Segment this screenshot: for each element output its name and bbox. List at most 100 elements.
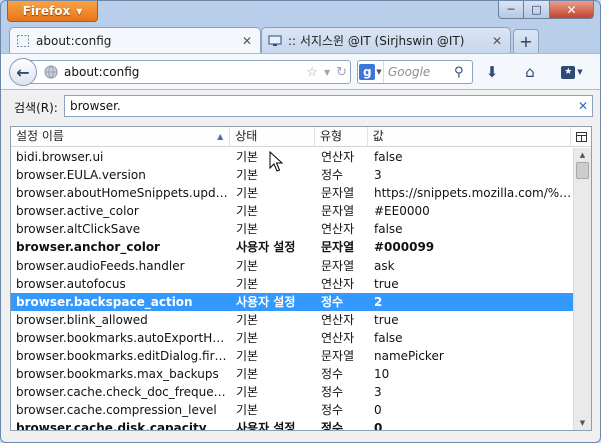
download-icon[interactable]: ⬇ [481, 62, 503, 82]
pref-value-cell: 3 [374, 168, 382, 183]
pref-value-cell: false [374, 222, 403, 237]
pref-status-cell: 기본 [236, 330, 259, 345]
url-text[interactable]: about:config [64, 65, 303, 79]
pref-name-cell: browser.bookmarks.editDialog.firstEdit..… [16, 349, 231, 364]
monitor-icon [268, 35, 282, 46]
close-window-button[interactable]: ✕ [550, 1, 594, 19]
pref-type-cell: 문자열 [321, 349, 355, 364]
search-input[interactable]: Google [384, 65, 454, 79]
pref-name-cell: browser.EULA.version [16, 168, 146, 183]
vertical-scrollbar[interactable]: ▲ ▼ [573, 148, 591, 430]
table-row[interactable]: browser.cache.check_doc_frequency 기본 정수 3 [11, 383, 573, 401]
table-row[interactable]: browser.aboutHomeSnippets.updateUrl 기본 문자열… [11, 184, 573, 202]
column-picker-glyph [575, 131, 587, 142]
scroll-down-icon[interactable]: ▼ [574, 416, 591, 430]
table-row[interactable]: browser.autofocus 기본 연산자 true [11, 275, 573, 293]
pref-type-cell: 문자열 [321, 186, 355, 201]
tab-label: about:config [36, 33, 112, 48]
search-engine-selector[interactable]: g ▼ [358, 61, 384, 83]
table-row[interactable]: browser.bookmarks.max_backups 기본 정수 10 [11, 365, 573, 383]
pref-value-cell: https://snippets.mozilla.com/%ST... [374, 186, 573, 201]
close-tab-icon[interactable]: ✕ [490, 34, 504, 48]
table-row[interactable]: browser.audioFeeds.handler 기본 문자열 ask [11, 257, 573, 275]
table-row[interactable]: browser.blink_allowed 기본 연산자 true [11, 311, 573, 329]
scroll-up-icon[interactable]: ▲ [574, 148, 591, 162]
google-engine-icon: g [359, 64, 376, 80]
table-row[interactable]: browser.bookmarks.editDialog.firstEdit..… [11, 347, 573, 365]
pref-type-cell: 문자열 [321, 204, 355, 219]
pref-type-cell: 정수 [321, 367, 344, 382]
blank-page-icon [17, 34, 29, 47]
pref-value-cell: 0 [374, 403, 382, 418]
minimize-button[interactable]: ─ [498, 1, 524, 19]
table-row[interactable]: browser.anchor_color 사용자 설정 문자열 #000099 [11, 238, 573, 256]
pref-type-cell: 연산자 [321, 276, 355, 291]
column-header-value[interactable]: 값 [368, 127, 572, 147]
pref-value-cell: true [374, 276, 399, 291]
pref-status-cell: 사용자 설정 [236, 421, 296, 431]
pref-value-cell: #EE0000 [374, 204, 430, 219]
reload-icon[interactable]: ↻ [333, 65, 350, 80]
pref-type-cell: 정수 [321, 168, 344, 183]
url-bar[interactable]: about:config ☆ ▼ ↻ [29, 60, 351, 84]
browser-window: Firefox ▼ ─ □ ✕ about:config ✕ :: 서지스윈 @… [0, 0, 601, 443]
table-row[interactable]: browser.cache.compression_level 기본 정수 0 [11, 401, 573, 419]
table-row[interactable]: browser.EULA.version 기본 정수 3 [11, 166, 573, 184]
column-header-type[interactable]: 유형 [315, 127, 368, 147]
pref-type-cell: 정수 [321, 385, 344, 400]
home-icon[interactable]: ⌂ [519, 62, 541, 82]
close-tab-icon[interactable]: ✕ [240, 34, 254, 48]
bookmarks-menu-icon[interactable]: ★ ▼ [557, 62, 587, 82]
scrollbar-thumb[interactable] [576, 162, 589, 179]
star-icon[interactable]: ☆ [303, 65, 321, 80]
pref-status-cell: 기본 [236, 276, 259, 291]
tree-header: 설정 이름 ▲ 상태 유형 값 [11, 127, 591, 147]
column-header-status[interactable]: 상태 [230, 127, 315, 147]
table-row[interactable]: browser.backspace_action 사용자 설정 정수 2 [11, 292, 573, 311]
firefox-menu-button[interactable]: Firefox ▼ [7, 1, 98, 22]
pref-type-cell: 정수 [321, 403, 344, 418]
maximize-button[interactable]: □ [524, 1, 550, 19]
filter-input[interactable]: browser. ✕ [64, 95, 593, 117]
window-controls: ─ □ ✕ [498, 1, 594, 19]
table-row[interactable]: browser.bookmarks.autoExportHTML 기본 연산자 fal… [11, 329, 573, 347]
table-row[interactable]: bidi.browser.ui 기본 연산자 false [11, 148, 573, 166]
pref-value-cell: 10 [374, 367, 390, 382]
pref-status-cell: 기본 [236, 403, 259, 418]
preferences-tree: 설정 이름 ▲ 상태 유형 값 bidi.browser.ui 기본 연산자 fals… [10, 126, 592, 431]
back-button[interactable]: ← [9, 58, 37, 86]
column-picker-icon[interactable] [571, 127, 591, 146]
pref-name-cell: browser.anchor_color [16, 240, 160, 255]
filter-value[interactable]: browser. [70, 99, 574, 113]
pref-name-cell: browser.backspace_action [16, 294, 193, 309]
table-row[interactable]: browser.altClickSave 기본 연산자 false [11, 220, 573, 238]
tab-about-config[interactable]: about:config ✕ [9, 27, 261, 53]
search-bar[interactable]: g ▼ Google ⚲ [357, 60, 473, 84]
pref-name-cell: browser.autofocus [16, 276, 126, 291]
sort-ascending-icon: ▲ [217, 132, 224, 141]
table-row[interactable]: browser.cache.disk.capacity 사용자 설정 정수 0 [11, 419, 573, 431]
tab-sirjhswin[interactable]: :: 서지스윈 @IT (Sirjhswin @IT) ✕ [261, 27, 511, 53]
pref-type-cell: 연산자 [321, 312, 355, 327]
filter-row: 검색(R): browser. ✕ [1, 90, 600, 124]
pref-type-cell: 연산자 [321, 222, 355, 237]
pref-type-cell: 문자열 [321, 258, 355, 273]
pref-name-cell: browser.aboutHomeSnippets.updateUrl [16, 186, 231, 201]
magnifier-icon[interactable]: ⚲ [454, 65, 472, 80]
pref-value-cell: namePicker [374, 349, 444, 364]
pref-name-cell: browser.cache.check_doc_frequency [16, 385, 231, 400]
globe-icon [44, 65, 58, 79]
pref-status-cell: 기본 [236, 204, 259, 219]
pref-type-cell: 정수 [321, 421, 344, 431]
tab-strip: about:config ✕ :: 서지스윈 @IT (Sirjhswin @I… [1, 25, 600, 53]
dropdown-icon[interactable]: ▼ [321, 68, 333, 77]
pref-name-cell: browser.active_color [16, 204, 139, 219]
table-row[interactable]: browser.active_color 기본 문자열 #EE0000 [11, 202, 573, 220]
pref-value-cell: false [374, 330, 403, 345]
pref-name-cell: browser.cache.compression_level [16, 403, 217, 418]
chevron-down-icon: ▼ [76, 6, 83, 16]
column-header-name[interactable]: 설정 이름 ▲ [11, 127, 231, 147]
pref-name-cell: browser.audioFeeds.handler [16, 258, 185, 273]
new-tab-button[interactable]: + [513, 29, 539, 53]
clear-filter-icon[interactable]: ✕ [574, 99, 592, 113]
